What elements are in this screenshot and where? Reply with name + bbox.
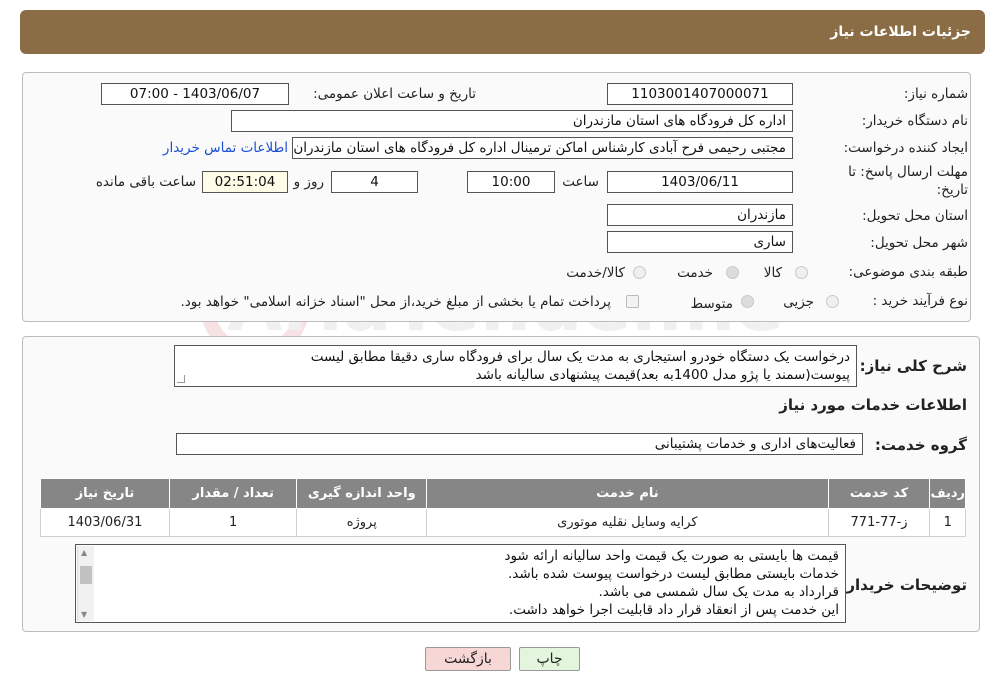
province-field: مازندران <box>607 204 793 226</box>
col-need-date: تاریخ نیاز <box>40 478 170 509</box>
page-title: جزئیات اطلاعات نیاز <box>830 24 971 40</box>
services-table: ردیف کد خدمت نام خدمت واحد اندازه گیری ت… <box>40 478 966 537</box>
buyer-org-field: اداره کل فرودگاه های استان مازندران <box>231 110 793 132</box>
buyer-notes-label: توضیحات خریدار: <box>840 576 967 594</box>
deadline-label-date: تاریخ: <box>936 182 968 198</box>
deadline-date-field: 1403/06/11 <box>607 171 793 193</box>
days-label: روز و <box>293 174 324 190</box>
page-header: جزئیات اطلاعات نیاز <box>20 10 985 54</box>
purchase-radio-minor[interactable] <box>826 295 839 308</box>
remaining-label: ساعت باقی مانده <box>95 174 196 190</box>
scroll-up-icon[interactable]: ▲ <box>81 548 87 557</box>
cell-unit: پروژه <box>296 508 428 537</box>
print-button[interactable]: چاپ <box>519 647 580 671</box>
col-service-code: کد خدمت <box>827 478 931 509</box>
services-info-title: اطلاعات خدمات مورد نیاز <box>779 396 967 414</box>
service-group-label: گروه خدمت: <box>874 436 967 454</box>
col-quantity: تعداد / مقدار <box>168 478 298 509</box>
scroll-down-icon[interactable]: ▼ <box>81 610 87 619</box>
days-field: 4 <box>331 171 418 193</box>
city-field: ساری <box>607 231 793 253</box>
summary-line-2: پیوست(سمند یا پژو مدل 1400به بعد)قیمت پی… <box>475 367 850 383</box>
summary-label: شرح کلی نیاز: <box>859 357 967 375</box>
buyer-notes-textarea[interactable]: قیمت ها بایستی به صورت یک قیمت واحد سالی… <box>75 544 846 623</box>
category-option-service: خدمت <box>677 265 713 281</box>
cell-need-date: 1403/06/31 <box>40 508 170 537</box>
service-group-field: فعالیت‌های اداری و خدمات پشتیبانی <box>176 433 863 455</box>
purchase-option-minor: جزیی <box>783 294 814 310</box>
creator-field: مجتبی رحیمی فرح آبادی کارشناس اماکن ترمی… <box>292 137 793 159</box>
back-button[interactable]: بازگشت <box>425 647 511 671</box>
category-option-both: کالا/خدمت <box>566 265 625 281</box>
cell-quantity: 1 <box>168 508 298 537</box>
deadline-label: مهلت ارسال پاسخ: تا <box>848 164 968 180</box>
category-label: طبقه بندی موضوعی: <box>848 264 968 280</box>
need-number-label: شماره نیاز: <box>903 86 968 102</box>
col-row-number: ردیف <box>929 478 966 509</box>
summary-textarea: درخواست یک دستگاه خودرو استیجاری به مدت … <box>174 345 857 387</box>
summary-line-1: درخواست یک دستگاه خودرو استیجاری به مدت … <box>310 349 850 365</box>
category-option-goods: کالا <box>763 265 782 281</box>
table-row[interactable]: 1 ز-77-771 کرایه وسایل نقلیه موتوری پروژ… <box>40 508 966 537</box>
creator-label: ایجاد کننده درخواست: <box>843 140 968 156</box>
table-header-row: ردیف کد خدمت نام خدمت واحد اندازه گیری ت… <box>40 478 966 509</box>
buyer-note-line-3: قرارداد به مدت یک سال شمسی می باشد. <box>598 584 839 600</box>
buyer-notes-scrollbar[interactable]: ▲ ▼ <box>77 546 94 621</box>
category-radio-service[interactable] <box>726 266 739 279</box>
need-number-field: 1103001407000071 <box>607 83 793 105</box>
buyer-org-label: نام دستگاه خریدار: <box>861 113 968 129</box>
buyer-contact-link[interactable]: اطلاعات تماس خریدار <box>163 140 288 156</box>
cell-row-number: 1 <box>929 508 966 537</box>
purchase-radio-medium[interactable] <box>741 295 754 308</box>
city-label: شهر محل تحویل: <box>870 235 968 251</box>
buyer-note-line-4: این خدمت پس از انعقاد قرار داد قابلیت اج… <box>508 602 839 618</box>
category-radio-goods[interactable] <box>795 266 808 279</box>
category-radio-both[interactable] <box>633 266 646 279</box>
cell-service-name: کرایه وسایل نقلیه موتوری <box>426 508 829 537</box>
deadline-time-label: ساعت <box>562 174 599 190</box>
remaining-time-field: 02:51:04 <box>202 171 288 193</box>
treasury-payment-checkbox[interactable] <box>626 295 639 308</box>
buyer-note-line-1: قیمت ها بایستی به صورت یک قیمت واحد سالی… <box>504 548 839 564</box>
buyer-note-line-2: خدمات بایستی مطابق لیست درخواست پیوست شد… <box>507 566 839 582</box>
purchase-type-label: نوع فرآیند خرید : <box>872 293 968 309</box>
col-unit: واحد اندازه گیری <box>296 478 428 509</box>
col-service-name: نام خدمت <box>426 478 829 509</box>
summary-resize-handle[interactable] <box>177 375 185 383</box>
cell-service-code: ز-77-771 <box>827 508 931 537</box>
announce-field: 1403/06/07 - 07:00 <box>101 83 289 105</box>
deadline-time-field: 10:00 <box>467 171 555 193</box>
province-label: استان محل تحویل: <box>862 208 968 224</box>
purchase-option-medium: متوسط <box>690 296 733 312</box>
scroll-thumb[interactable] <box>80 566 92 584</box>
treasury-payment-note: پرداخت تمام یا بخشی از مبلغ خرید،از محل … <box>180 294 611 310</box>
announce-label: تاریخ و ساعت اعلان عمومی: <box>313 86 476 102</box>
